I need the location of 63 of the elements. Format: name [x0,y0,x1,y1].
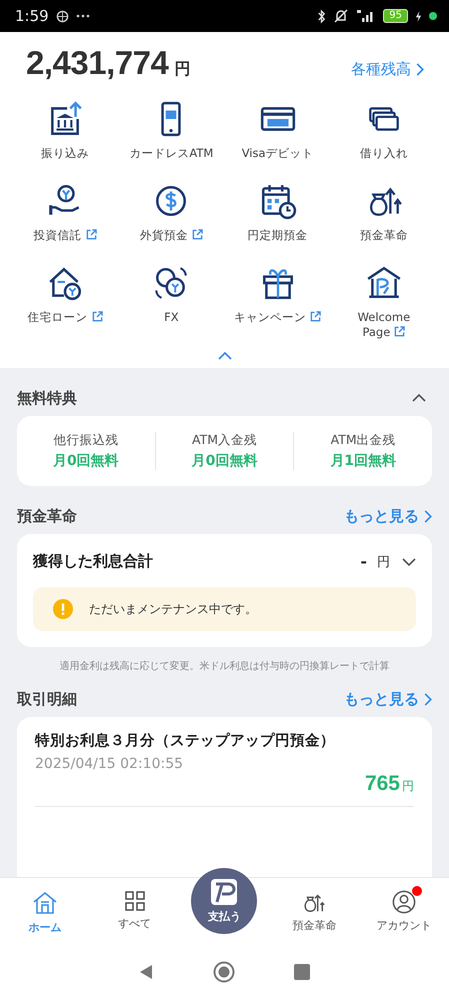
benefit-label: ATM出金残 [330,432,396,449]
benefit-label: 他行振込残 [53,432,118,449]
chevron-right-icon [424,692,432,706]
transaction-amount: 765 [364,772,400,796]
card-title: 獲得した利息合計 [33,552,153,571]
external-link-icon [92,311,103,322]
menu-item[interactable]: 預金革命 [330,182,437,254]
menu-item[interactable]: 住宅ローン [12,264,118,344]
menu-item[interactable]: キャンペーン [224,264,331,344]
menu-item[interactable]: 借り入れ [330,100,437,172]
user-icon [392,890,416,914]
battery-indicator: 95 [383,9,408,23]
pay-button[interactable]: 支払う [191,868,258,934]
nav-tab[interactable]: すべて [116,878,154,945]
home-icon [32,890,58,916]
bluetooth-icon [317,8,326,24]
nav-tab[interactable]: 預金革命 [290,878,338,945]
transaction-date: 2025/04/15 02:10:55 [35,756,184,772]
footnote: 適用金利は残高に応じて変更。米ドル利息は付与時の円換算レートで計算 [58,660,390,673]
section-title: 取引明細 [17,690,77,708]
benefit-value: 月0回無料 [192,452,258,470]
benefit-value: 月0回無料 [52,452,119,470]
chevron-icon[interactable] [412,394,426,402]
clock: 1:59 [15,7,49,25]
currency-unit: 円 [402,778,414,795]
menu-item[interactable]: 振り込み [12,100,118,172]
menu-item[interactable]: Welcome Page [330,264,437,344]
muted-bell-icon [333,8,350,24]
interest-amount: - [360,552,367,571]
menu-item[interactable]: 外貨預金 [118,182,224,254]
grid-icon [124,890,146,912]
notice-text: ただいまメンテナンス中です。 [89,600,257,618]
charging-icon [415,10,422,22]
nav-tab[interactable]: アカウント [374,878,434,945]
collapse-chevron-icon[interactable] [218,352,232,360]
menu-item[interactable]: カードレスATM [118,100,224,172]
menu-item[interactable]: 投資信託 [12,182,118,254]
chevron-right-icon [416,63,424,76]
recents-icon[interactable] [294,964,310,980]
benefit-label: ATM入金残 [192,432,258,449]
status-dot [429,12,437,20]
benefit-value: 月1回無料 [330,452,396,470]
more-icon [76,14,90,18]
external-link-icon [86,229,97,240]
chevron-right-icon [424,510,432,522]
p-logo-icon [210,878,238,906]
menu-item[interactable]: 円定期預金 [224,182,331,254]
currency-unit: 円 [377,554,390,570]
external-link-icon [192,229,203,240]
globe-icon [56,10,69,22]
menu-item[interactable]: FX [118,264,224,344]
transaction-title: 特別お利息３月分（ステップアップ円預金） [35,732,336,750]
back-icon[interactable] [139,964,154,980]
home-button-icon[interactable] [212,961,234,983]
balance-amount: 2,431,774 [26,44,168,82]
menu-item[interactable]: Visaデビット [224,100,331,172]
section-title: 無料特典 [17,388,77,408]
currency-unit: 円 [174,59,190,80]
expand-chevron-icon[interactable] [402,558,416,566]
external-link-icon [394,326,406,337]
external-link-icon [310,311,322,322]
warning-icon [53,599,73,619]
section-title: 預金革命 [17,506,77,526]
